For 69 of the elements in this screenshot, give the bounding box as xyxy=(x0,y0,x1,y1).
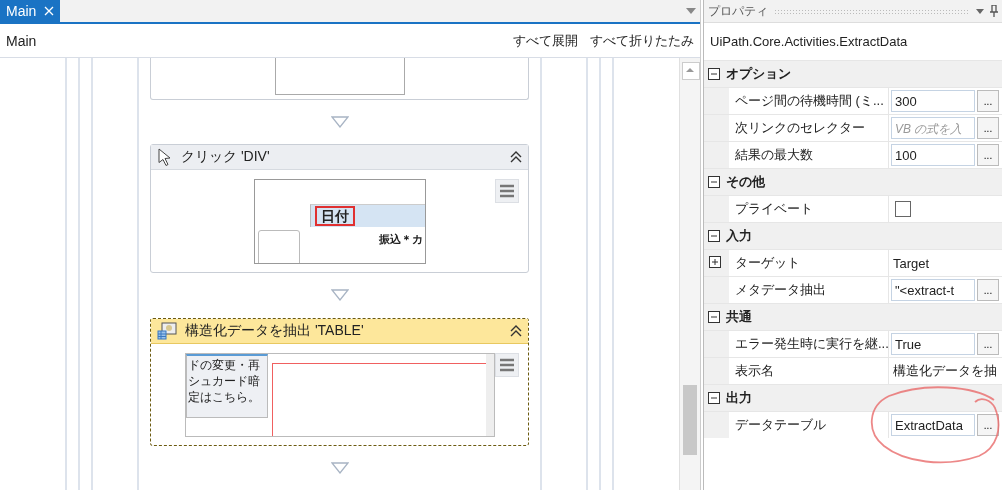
table-cell: 振込＊カ xyxy=(378,232,423,248)
close-icon[interactable] xyxy=(44,6,55,16)
table-icon xyxy=(157,321,177,340)
page-text: シュカード暗 xyxy=(187,373,261,388)
property-name: 表示名 xyxy=(735,362,774,380)
property-name: 次リンクのセレクター xyxy=(735,119,865,137)
toolbar-link[interactable]: すべて折りたたみ xyxy=(590,31,694,50)
page-text: ドの変更・再 xyxy=(187,357,261,372)
page-text: 定はこちら。 xyxy=(187,389,261,404)
property-name: ページ間の待機時間 (ミ... xyxy=(735,92,884,110)
activity-title: 構造化データを抽出 'TABLE' xyxy=(185,321,365,340)
down-arrow-icon xyxy=(330,461,349,474)
collapse-icon[interactable] xyxy=(510,324,522,337)
collapse-icon[interactable] xyxy=(708,230,720,242)
property-value: Target xyxy=(892,255,930,271)
menu-button[interactable] xyxy=(495,352,519,377)
property-field[interactable]: VB の式を入 xyxy=(891,117,975,139)
browse-button[interactable]: ... xyxy=(977,144,999,166)
property-field[interactable]: True xyxy=(891,333,975,355)
scroll-up-button[interactable] xyxy=(682,62,700,80)
down-arrow-icon xyxy=(330,115,349,128)
collapse-icon[interactable] xyxy=(708,392,720,404)
property-value: 構造化データを抽 xyxy=(892,362,997,380)
dropdown-icon[interactable] xyxy=(976,8,984,14)
browse-button[interactable]: ... xyxy=(977,117,999,139)
property-field[interactable]: "<extract-t xyxy=(891,279,975,301)
activity-title: クリック 'DIV' xyxy=(181,148,271,167)
collapse-icon[interactable] xyxy=(708,176,720,188)
checkbox[interactable] xyxy=(895,201,911,217)
collapse-icon[interactable] xyxy=(708,311,720,323)
expand-icon[interactable] xyxy=(709,256,721,268)
category-header: その他 xyxy=(726,173,765,191)
dropdown-icon[interactable] xyxy=(686,8,696,14)
property-name: プライベート xyxy=(735,200,813,218)
category-header: オプション xyxy=(726,65,791,83)
menu-icon xyxy=(499,357,515,372)
browse-button[interactable]: ... xyxy=(977,279,999,301)
category-header: 入力 xyxy=(726,227,752,245)
browse-button[interactable]: ... xyxy=(977,333,999,355)
cursor-icon xyxy=(157,148,173,167)
menu-icon xyxy=(499,184,515,199)
toolbar-link[interactable]: すべて展開 xyxy=(513,31,578,50)
collapse-icon[interactable] xyxy=(708,68,720,80)
rounded-panel xyxy=(257,230,300,264)
property-name: メタデータ抽出 xyxy=(735,281,826,299)
scroll-thumb[interactable] xyxy=(683,385,697,455)
category-header: 共通 xyxy=(726,308,752,326)
collapse-icon[interactable] xyxy=(510,151,522,164)
property-name: ターゲット xyxy=(735,254,800,272)
category-header: 出力 xyxy=(726,389,752,407)
property-name: エラー発生時に実行を継... xyxy=(735,335,889,353)
table-header-text: 日付 xyxy=(314,206,355,227)
panel-title: プロパティ xyxy=(708,2,768,20)
property-field[interactable]: ExtractData xyxy=(891,414,975,436)
property-name: 結果の最大数 xyxy=(735,146,813,164)
browse-button[interactable]: ... xyxy=(977,414,999,436)
browse-button[interactable]: ... xyxy=(977,90,999,112)
pin-icon[interactable] xyxy=(990,5,998,17)
activity-card[interactable]: 構造化データを抽出 'TABLE' ドの変更・再 シュカード暗 定はこちら。 xyxy=(150,317,529,446)
breadcrumb[interactable]: Main xyxy=(6,32,501,49)
type-name: UiPath.Core.Activities.ExtractData xyxy=(710,34,908,49)
property-field[interactable]: 100 xyxy=(891,144,975,166)
down-arrow-icon xyxy=(330,289,349,302)
property-name: データテーブル xyxy=(735,416,826,434)
menu-button[interactable] xyxy=(495,179,519,204)
property-field[interactable]: 300 xyxy=(891,90,975,112)
document-tab[interactable]: Main xyxy=(0,0,61,22)
scrollbar[interactable] xyxy=(679,58,700,490)
activity-card[interactable]: クリック 'DIV' 日付 振込＊カ xyxy=(150,144,529,274)
